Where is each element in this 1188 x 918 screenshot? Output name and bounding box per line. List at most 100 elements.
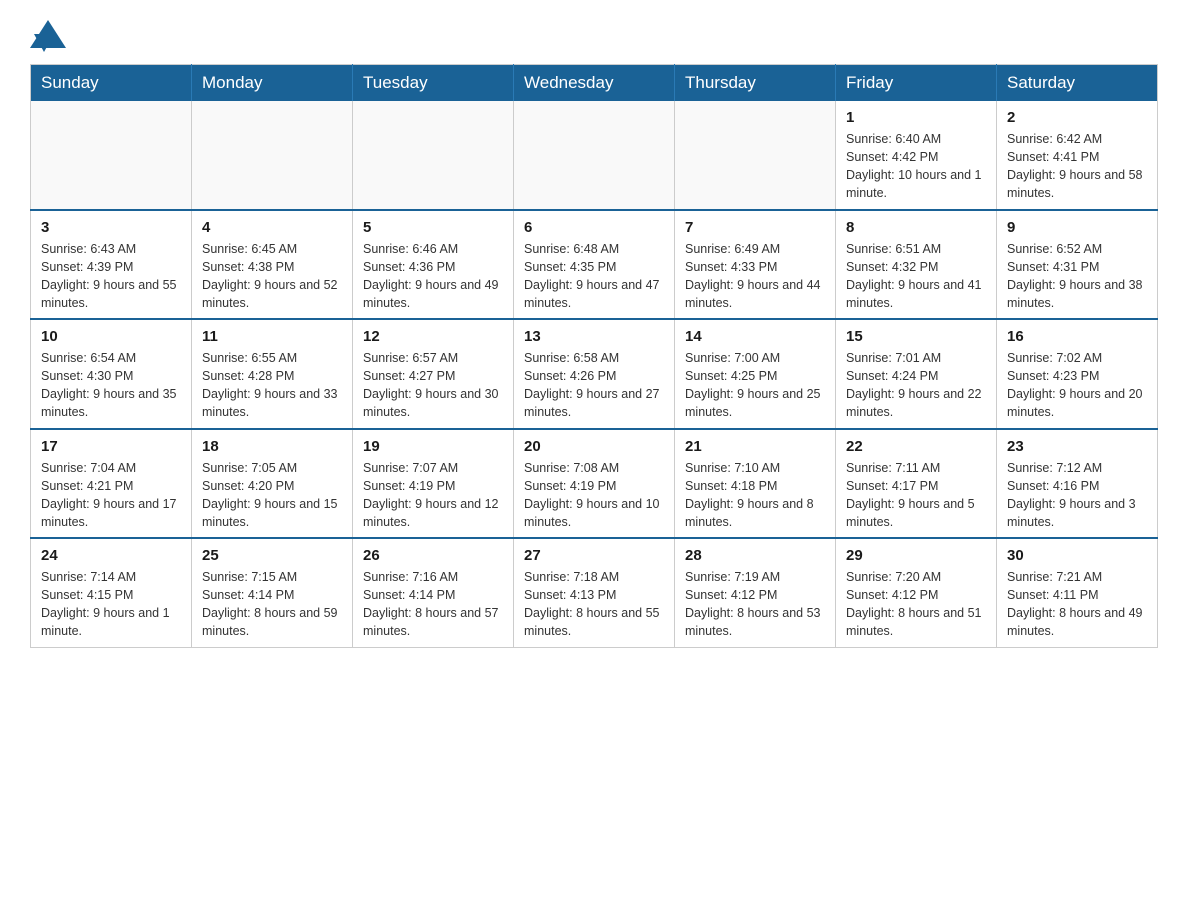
day-number: 10 (41, 326, 181, 347)
table-row (514, 101, 675, 210)
table-row: 28Sunrise: 7:19 AM Sunset: 4:12 PM Dayli… (675, 538, 836, 647)
day-info: Sunrise: 7:15 AM Sunset: 4:14 PM Dayligh… (202, 568, 342, 641)
calendar-header-row: SundayMondayTuesdayWednesdayThursdayFrid… (31, 65, 1158, 102)
day-info: Sunrise: 6:42 AM Sunset: 4:41 PM Dayligh… (1007, 130, 1147, 203)
day-header-saturday: Saturday (997, 65, 1158, 102)
table-row: 11Sunrise: 6:55 AM Sunset: 4:28 PM Dayli… (192, 319, 353, 429)
day-number: 24 (41, 545, 181, 566)
day-number: 30 (1007, 545, 1147, 566)
day-number: 6 (524, 217, 664, 238)
day-number: 22 (846, 436, 986, 457)
day-info: Sunrise: 7:12 AM Sunset: 4:16 PM Dayligh… (1007, 459, 1147, 532)
table-row: 14Sunrise: 7:00 AM Sunset: 4:25 PM Dayli… (675, 319, 836, 429)
day-header-wednesday: Wednesday (514, 65, 675, 102)
day-header-sunday: Sunday (31, 65, 192, 102)
day-number: 16 (1007, 326, 1147, 347)
table-row: 16Sunrise: 7:02 AM Sunset: 4:23 PM Dayli… (997, 319, 1158, 429)
day-info: Sunrise: 6:52 AM Sunset: 4:31 PM Dayligh… (1007, 240, 1147, 313)
day-info: Sunrise: 7:18 AM Sunset: 4:13 PM Dayligh… (524, 568, 664, 641)
calendar-week-4: 17Sunrise: 7:04 AM Sunset: 4:21 PM Dayli… (31, 429, 1158, 539)
day-info: Sunrise: 6:48 AM Sunset: 4:35 PM Dayligh… (524, 240, 664, 313)
day-info: Sunrise: 6:43 AM Sunset: 4:39 PM Dayligh… (41, 240, 181, 313)
day-number: 29 (846, 545, 986, 566)
day-number: 12 (363, 326, 503, 347)
table-row (31, 101, 192, 210)
day-number: 13 (524, 326, 664, 347)
day-info: Sunrise: 6:46 AM Sunset: 4:36 PM Dayligh… (363, 240, 503, 313)
table-row: 3Sunrise: 6:43 AM Sunset: 4:39 PM Daylig… (31, 210, 192, 320)
day-number: 25 (202, 545, 342, 566)
table-row: 18Sunrise: 7:05 AM Sunset: 4:20 PM Dayli… (192, 429, 353, 539)
logo-blue-text (30, 20, 70, 48)
day-info: Sunrise: 7:02 AM Sunset: 4:23 PM Dayligh… (1007, 349, 1147, 422)
day-info: Sunrise: 6:54 AM Sunset: 4:30 PM Dayligh… (41, 349, 181, 422)
day-info: Sunrise: 7:20 AM Sunset: 4:12 PM Dayligh… (846, 568, 986, 641)
day-info: Sunrise: 7:04 AM Sunset: 4:21 PM Dayligh… (41, 459, 181, 532)
table-row: 12Sunrise: 6:57 AM Sunset: 4:27 PM Dayli… (353, 319, 514, 429)
table-row: 22Sunrise: 7:11 AM Sunset: 4:17 PM Dayli… (836, 429, 997, 539)
day-number: 20 (524, 436, 664, 457)
page-header (30, 20, 1158, 48)
calendar-week-3: 10Sunrise: 6:54 AM Sunset: 4:30 PM Dayli… (31, 319, 1158, 429)
day-info: Sunrise: 6:45 AM Sunset: 4:38 PM Dayligh… (202, 240, 342, 313)
table-row (192, 101, 353, 210)
table-row: 6Sunrise: 6:48 AM Sunset: 4:35 PM Daylig… (514, 210, 675, 320)
day-number: 5 (363, 217, 503, 238)
calendar-week-5: 24Sunrise: 7:14 AM Sunset: 4:15 PM Dayli… (31, 538, 1158, 647)
day-info: Sunrise: 6:55 AM Sunset: 4:28 PM Dayligh… (202, 349, 342, 422)
logo-icon (30, 20, 66, 48)
day-header-monday: Monday (192, 65, 353, 102)
table-row: 17Sunrise: 7:04 AM Sunset: 4:21 PM Dayli… (31, 429, 192, 539)
table-row: 23Sunrise: 7:12 AM Sunset: 4:16 PM Dayli… (997, 429, 1158, 539)
day-info: Sunrise: 7:01 AM Sunset: 4:24 PM Dayligh… (846, 349, 986, 422)
day-info: Sunrise: 7:11 AM Sunset: 4:17 PM Dayligh… (846, 459, 986, 532)
day-info: Sunrise: 7:10 AM Sunset: 4:18 PM Dayligh… (685, 459, 825, 532)
day-header-tuesday: Tuesday (353, 65, 514, 102)
day-number: 26 (363, 545, 503, 566)
table-row: 26Sunrise: 7:16 AM Sunset: 4:14 PM Dayli… (353, 538, 514, 647)
table-row: 24Sunrise: 7:14 AM Sunset: 4:15 PM Dayli… (31, 538, 192, 647)
table-row: 21Sunrise: 7:10 AM Sunset: 4:18 PM Dayli… (675, 429, 836, 539)
day-header-friday: Friday (836, 65, 997, 102)
day-number: 7 (685, 217, 825, 238)
day-number: 28 (685, 545, 825, 566)
day-info: Sunrise: 7:00 AM Sunset: 4:25 PM Dayligh… (685, 349, 825, 422)
day-info: Sunrise: 7:08 AM Sunset: 4:19 PM Dayligh… (524, 459, 664, 532)
table-row: 13Sunrise: 6:58 AM Sunset: 4:26 PM Dayli… (514, 319, 675, 429)
day-number: 1 (846, 107, 986, 128)
table-row: 25Sunrise: 7:15 AM Sunset: 4:14 PM Dayli… (192, 538, 353, 647)
table-row: 10Sunrise: 6:54 AM Sunset: 4:30 PM Dayli… (31, 319, 192, 429)
calendar-week-1: 1Sunrise: 6:40 AM Sunset: 4:42 PM Daylig… (31, 101, 1158, 210)
table-row: 4Sunrise: 6:45 AM Sunset: 4:38 PM Daylig… (192, 210, 353, 320)
calendar-table: SundayMondayTuesdayWednesdayThursdayFrid… (30, 64, 1158, 648)
day-info: Sunrise: 6:49 AM Sunset: 4:33 PM Dayligh… (685, 240, 825, 313)
day-number: 11 (202, 326, 342, 347)
table-row: 2Sunrise: 6:42 AM Sunset: 4:41 PM Daylig… (997, 101, 1158, 210)
day-info: Sunrise: 7:14 AM Sunset: 4:15 PM Dayligh… (41, 568, 181, 641)
table-row: 1Sunrise: 6:40 AM Sunset: 4:42 PM Daylig… (836, 101, 997, 210)
day-number: 8 (846, 217, 986, 238)
table-row: 27Sunrise: 7:18 AM Sunset: 4:13 PM Dayli… (514, 538, 675, 647)
day-info: Sunrise: 7:16 AM Sunset: 4:14 PM Dayligh… (363, 568, 503, 641)
day-info: Sunrise: 7:21 AM Sunset: 4:11 PM Dayligh… (1007, 568, 1147, 641)
day-number: 2 (1007, 107, 1147, 128)
day-info: Sunrise: 7:19 AM Sunset: 4:12 PM Dayligh… (685, 568, 825, 641)
table-row (675, 101, 836, 210)
table-row: 19Sunrise: 7:07 AM Sunset: 4:19 PM Dayli… (353, 429, 514, 539)
day-info: Sunrise: 6:51 AM Sunset: 4:32 PM Dayligh… (846, 240, 986, 313)
day-info: Sunrise: 7:07 AM Sunset: 4:19 PM Dayligh… (363, 459, 503, 532)
table-row: 20Sunrise: 7:08 AM Sunset: 4:19 PM Dayli… (514, 429, 675, 539)
day-number: 3 (41, 217, 181, 238)
table-row: 9Sunrise: 6:52 AM Sunset: 4:31 PM Daylig… (997, 210, 1158, 320)
calendar-week-2: 3Sunrise: 6:43 AM Sunset: 4:39 PM Daylig… (31, 210, 1158, 320)
day-number: 4 (202, 217, 342, 238)
day-number: 18 (202, 436, 342, 457)
day-info: Sunrise: 7:05 AM Sunset: 4:20 PM Dayligh… (202, 459, 342, 532)
table-row (353, 101, 514, 210)
table-row: 5Sunrise: 6:46 AM Sunset: 4:36 PM Daylig… (353, 210, 514, 320)
table-row: 15Sunrise: 7:01 AM Sunset: 4:24 PM Dayli… (836, 319, 997, 429)
day-info: Sunrise: 6:57 AM Sunset: 4:27 PM Dayligh… (363, 349, 503, 422)
day-info: Sunrise: 6:58 AM Sunset: 4:26 PM Dayligh… (524, 349, 664, 422)
table-row: 8Sunrise: 6:51 AM Sunset: 4:32 PM Daylig… (836, 210, 997, 320)
day-number: 21 (685, 436, 825, 457)
